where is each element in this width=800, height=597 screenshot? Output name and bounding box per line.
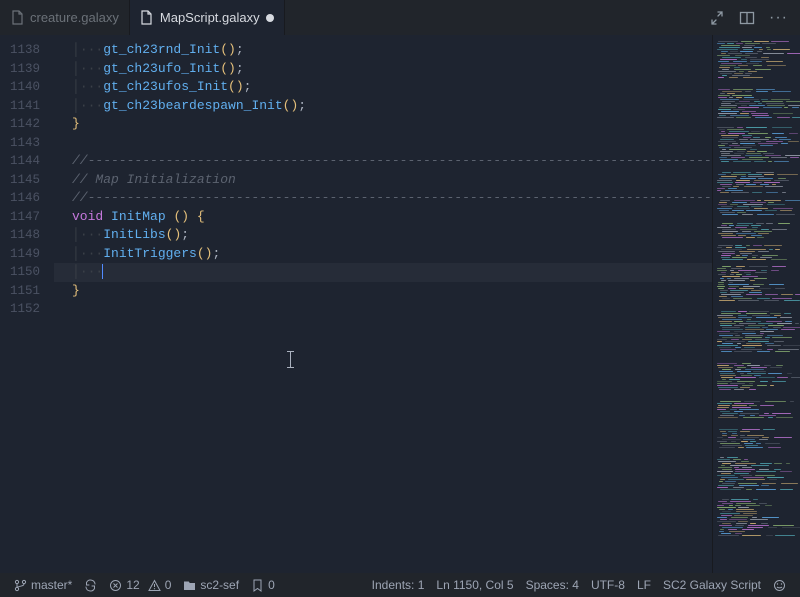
code-token: gt_ch23rnd_Init: [103, 42, 220, 57]
line-number: 1150: [0, 263, 54, 282]
code-comment: // Map Initialization: [72, 172, 236, 187]
bookmarks[interactable]: 0: [245, 578, 281, 592]
spaces-info[interactable]: Spaces: 4: [520, 578, 585, 592]
indent-info[interactable]: Indents: 1: [366, 578, 431, 592]
eol[interactable]: LF: [631, 578, 657, 592]
code-function: InitMap: [111, 209, 166, 224]
folder-name: sc2-sef: [200, 578, 239, 592]
smiley-icon: [773, 579, 786, 592]
error-icon: [109, 579, 122, 592]
line-number: 1140: [0, 78, 54, 97]
code-token: InitTriggers: [103, 246, 197, 261]
error-count: 12: [126, 578, 139, 592]
more-actions-icon[interactable]: ···: [769, 9, 788, 27]
tab-bar: creature.galaxy MapScript.galaxy ···: [0, 0, 800, 35]
folder-icon: [183, 579, 196, 592]
branch-name: master*: [31, 578, 72, 592]
line-number: 1145: [0, 171, 54, 190]
line-number: 1142: [0, 115, 54, 134]
sync-button[interactable]: [78, 579, 103, 592]
tab-label: creature.galaxy: [30, 10, 119, 25]
line-number: 1147: [0, 208, 54, 227]
line-number: 1139: [0, 60, 54, 79]
warning-icon: [148, 579, 161, 592]
project-folder[interactable]: sc2-sef: [177, 578, 245, 592]
line-number: 1151: [0, 282, 54, 301]
bookmark-count: 0: [268, 578, 275, 592]
problems[interactable]: 12 0: [103, 578, 177, 592]
compare-icon[interactable]: [709, 10, 725, 26]
line-number: 1146: [0, 189, 54, 208]
line-number: 1138: [0, 41, 54, 60]
tab-mapscript[interactable]: MapScript.galaxy: [130, 0, 285, 35]
split-editor-icon[interactable]: [739, 10, 755, 26]
branch-icon: [14, 579, 27, 592]
status-bar: master* 12 0 sc2-sef 0 Indents: 1 Ln 115…: [0, 573, 800, 597]
feedback[interactable]: [767, 579, 792, 592]
line-number-gutter: 1138113911401141114211431144114511461147…: [0, 35, 54, 573]
git-branch[interactable]: master*: [8, 578, 78, 592]
line-number: 1149: [0, 245, 54, 264]
code-token: gt_ch23ufos_Init: [103, 79, 228, 94]
line-number: 1148: [0, 226, 54, 245]
tab-label: MapScript.galaxy: [160, 10, 260, 25]
dirty-indicator-icon: [266, 14, 274, 22]
encoding[interactable]: UTF-8: [585, 578, 631, 592]
tab-creature[interactable]: creature.galaxy: [0, 0, 130, 35]
editor[interactable]: 1138113911401141114211431144114511461147…: [0, 35, 800, 573]
line-number: 1144: [0, 152, 54, 171]
code-comment: //--------------------------------------…: [72, 153, 712, 168]
sync-icon: [84, 579, 97, 592]
warning-count: 0: [165, 578, 172, 592]
code-token: gt_ch23beardespawn_Init: [103, 98, 282, 113]
code-keyword: void: [72, 209, 103, 224]
file-icon: [10, 11, 24, 25]
line-number: 1143: [0, 134, 54, 153]
code-area[interactable]: │···gt_ch23rnd_Init(); │···gt_ch23ufo_In…: [54, 35, 712, 573]
line-number: 1152: [0, 300, 54, 319]
code-comment: //--------------------------------------…: [72, 190, 712, 205]
code-token: InitLibs: [103, 227, 165, 242]
line-number: 1141: [0, 97, 54, 116]
minimap[interactable]: [712, 35, 800, 573]
cursor-position[interactable]: Ln 1150, Col 5: [430, 578, 519, 592]
bookmark-icon: [251, 579, 264, 592]
code-token: gt_ch23ufo_Init: [103, 61, 220, 76]
file-icon: [140, 11, 154, 25]
text-cursor-icon: [290, 351, 291, 368]
language-mode[interactable]: SC2 Galaxy Script: [657, 578, 767, 592]
